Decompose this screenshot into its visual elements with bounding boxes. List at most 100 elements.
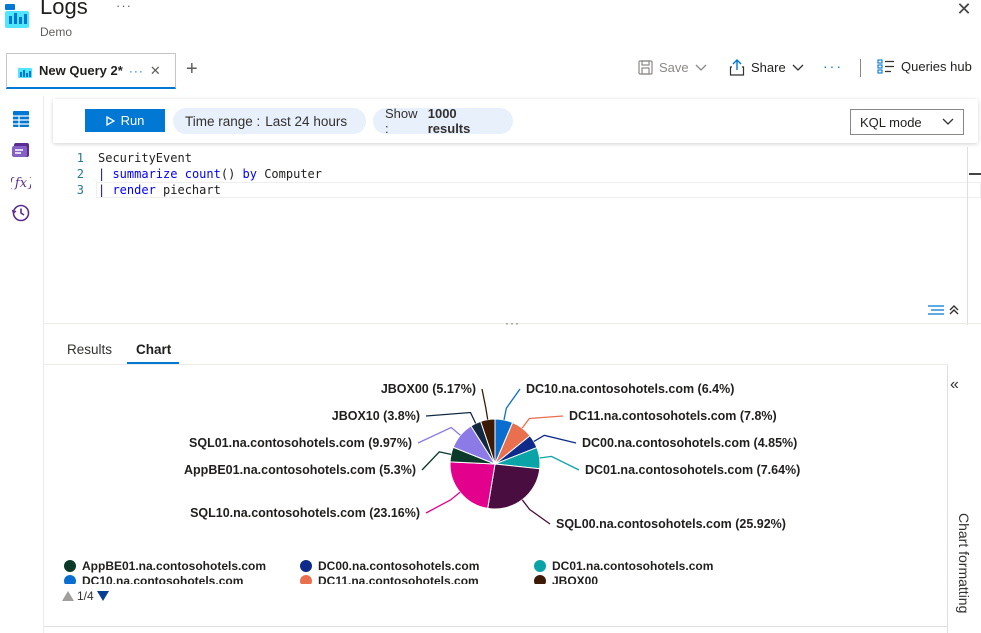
tab-chart[interactable]: Chart	[136, 342, 171, 357]
time-range-picker[interactable]: Time range : Last 24 hours	[173, 108, 366, 134]
legend-label: DC01.na.contosohotels.com	[552, 559, 714, 573]
code-text: ()	[220, 167, 243, 181]
legend-swatch	[534, 575, 546, 584]
side-nav: {fx}	[0, 96, 44, 633]
legend-item[interactable]: AppBE01.na.contosohotels.com	[64, 559, 266, 573]
chevron-down-icon	[942, 118, 954, 125]
tab-new-query-2[interactable]: New Query 2* ··· ✕	[6, 53, 176, 89]
queries-icon[interactable]	[11, 140, 31, 160]
pie-leader-line	[503, 388, 521, 421]
pie-slice-label: DC00.na.contosohotels.com (4.85%)	[582, 436, 797, 450]
pie-leader-line	[481, 388, 489, 420]
expand-panel-icon[interactable]: «	[950, 376, 959, 394]
pie-leader-line	[417, 426, 461, 444]
pie-slice-label: DC10.na.contosohotels.com (6.4%)	[526, 382, 734, 396]
legend-item[interactable]: DC11.na.contosohotels.com	[300, 574, 479, 584]
share-label: Share	[751, 60, 786, 75]
pie-slice-label: SQL00.na.contosohotels.com (25.92%)	[556, 517, 786, 531]
pie-slice[interactable]	[487, 463, 541, 510]
code-text: piechart	[155, 183, 221, 197]
pie-slice-label: JBOX00 (5.17%)	[381, 382, 476, 396]
show-key: Show :	[385, 106, 418, 136]
collapse-editor-icon[interactable]	[927, 302, 961, 318]
legend-item[interactable]: DC01.na.contosohotels.com	[534, 559, 713, 573]
kql-mode-select[interactable]: KQL mode	[850, 109, 964, 135]
legend-label: JBOX00	[552, 574, 599, 584]
pie-leader-line	[533, 434, 577, 444]
current-line-highlight	[96, 182, 981, 198]
queries-hub-icon	[877, 59, 894, 74]
tab-label: New Query 2*	[39, 63, 123, 78]
title-more-icon[interactable]: ···	[116, 0, 132, 13]
tab-more-icon[interactable]: ···	[129, 64, 144, 78]
legend-label: AppBE01.na.contosohotels.com	[82, 559, 267, 573]
share-icon	[729, 59, 745, 76]
toolbar-more-icon[interactable]: ···	[823, 58, 843, 74]
run-label: Run	[120, 113, 145, 128]
legend-swatch	[64, 575, 76, 584]
query-editor[interactable]: 1 SecurityEvent 2 | summarize count() by…	[44, 147, 981, 325]
code-keyword: count	[184, 167, 221, 181]
time-range-value: Last 24 hours	[265, 113, 348, 129]
run-button[interactable]: Run	[85, 109, 165, 132]
code-line-3: | render piechart	[98, 183, 221, 197]
code-line-1: SecurityEvent	[98, 151, 192, 165]
legend-item[interactable]: JBOX00	[534, 574, 598, 584]
legend-swatch	[300, 560, 312, 572]
line-number: 2	[76, 167, 84, 181]
play-icon	[105, 115, 115, 126]
legend-page: 1/4	[77, 589, 94, 603]
code-keyword: summarize	[112, 167, 178, 181]
kql-mode-value: KQL mode	[860, 114, 922, 130]
editor-scrollbar[interactable]	[967, 147, 968, 325]
pie-leader-line	[421, 451, 452, 471]
code-keyword: by	[242, 167, 257, 181]
app-title: Logs	[40, 0, 88, 19]
legend-item[interactable]: DC00.na.contosohotels.com	[300, 559, 479, 573]
queries-hub-button[interactable]: Queries hub	[877, 59, 972, 74]
pie-slice[interactable]	[449, 461, 496, 509]
pie-slice-label: JBOX10 (3.8%)	[332, 409, 420, 423]
tables-icon[interactable]	[11, 109, 31, 129]
functions-icon[interactable]: {fx}	[11, 172, 31, 192]
legend-swatch	[300, 575, 312, 584]
legend-swatch	[534, 560, 546, 572]
pie-leader-line	[521, 499, 551, 525]
legend-pager: 1/4	[62, 589, 109, 603]
pie-leader-line	[425, 491, 461, 514]
history-icon[interactable]	[11, 203, 31, 223]
legend-prev-icon[interactable]	[62, 591, 74, 601]
legend-item[interactable]: DC10.na.contosohotels.com	[64, 574, 243, 584]
show-results-picker[interactable]: Show : 1000 results	[373, 106, 513, 136]
results-bottom-border	[44, 626, 948, 627]
pie-chart: DC10.na.contosohotels.com (6.4%) DC11.na.…	[184, 382, 800, 531]
save-icon	[638, 60, 653, 75]
app-subtitle: Demo	[40, 25, 73, 39]
legend-label: DC10.na.contosohotels.com	[82, 574, 244, 584]
tab-results[interactable]: Results	[67, 342, 112, 357]
toolbar-divider	[860, 59, 861, 77]
legend-next-icon[interactable]	[96, 591, 109, 601]
chevron-down-icon	[695, 64, 707, 71]
save-button[interactable]: Save	[638, 60, 707, 75]
add-tab-button[interactable]: +	[186, 58, 198, 81]
scrollbar-marker	[969, 173, 981, 175]
pie-slice-label: AppBE01.na.contosohotels.com (5.3%)	[184, 463, 416, 477]
code-pipe: |	[98, 167, 113, 181]
share-button[interactable]: Share	[729, 59, 804, 76]
pie-leader-line	[521, 415, 564, 429]
legend-label: DC11.na.contosohotels.com	[318, 574, 479, 584]
query-tab-icon	[18, 67, 32, 78]
time-range-key: Time range :	[185, 113, 261, 129]
pie-slice-label: DC01.na.contosohotels.com (7.64%)	[585, 463, 800, 477]
legend-swatch	[64, 560, 76, 572]
code-text: Computer	[256, 167, 323, 181]
legend-label: DC00.na.contosohotels.com	[318, 559, 480, 573]
splitter-handle-icon[interactable]: ···	[505, 316, 520, 330]
chart-formatting-label[interactable]: Chart formatting	[956, 513, 972, 613]
code-keyword: render	[112, 183, 156, 197]
chevron-down-icon	[792, 64, 804, 71]
close-button[interactable]: ✕	[954, 0, 974, 20]
tab-close-icon[interactable]: ✕	[150, 63, 161, 79]
